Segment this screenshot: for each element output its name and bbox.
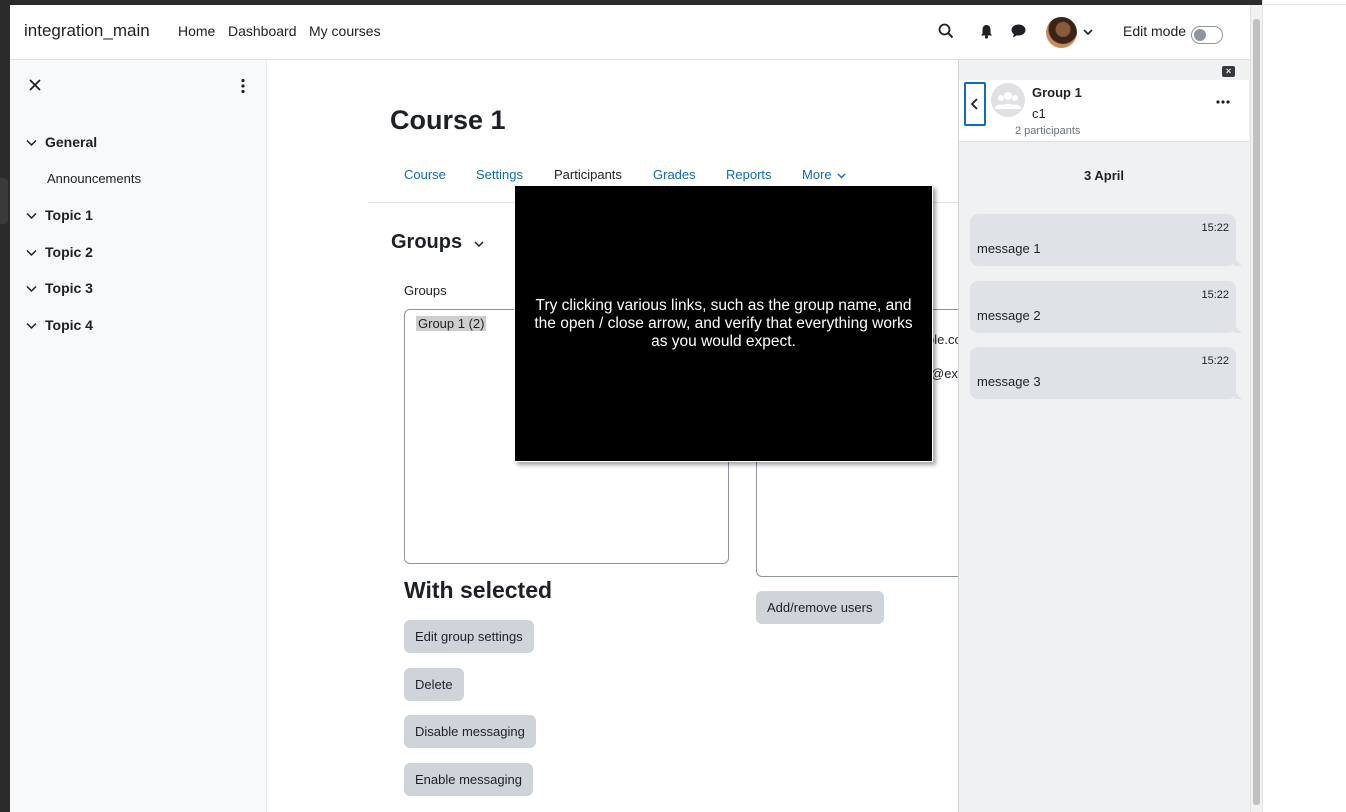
section-title: General [45,134,98,150]
nav-home-link[interactable]: Home [178,23,215,39]
index-item-announcements[interactable]: Announcements [47,171,141,186]
user-tour-step: Try clicking various links, such as the … [514,185,933,462]
message-time: 15:22 [1201,222,1229,234]
edit-mode-toggle[interactable] [1191,26,1223,44]
group-option[interactable]: Group 1 (2) [416,316,487,331]
message-date-divider: 3 April [1084,168,1124,183]
top-navbar: integration_main Home Dashboard My cours… [10,5,1262,60]
message-drawer: × Group 1 c1 2 participants 3 April 15:2… [958,60,1250,812]
scrollbar-thumb[interactable] [1253,19,1260,805]
conversation-course: c1 [1032,106,1046,121]
group-avatar-icon [991,83,1025,117]
tab-course[interactable]: Course [404,167,446,182]
section-topic-1[interactable]: Topic 1 [26,207,93,223]
tour-step-text: Try clicking various links, such as the … [534,296,913,350]
tab-more[interactable]: More [802,167,846,182]
back-button[interactable] [964,82,986,126]
chevron-left-icon [970,98,978,110]
section-title: Topic 1 [45,207,93,223]
bubble-tail [1234,325,1242,333]
bell-icon[interactable] [980,24,993,39]
message-bubble: 15:22 message 3 [970,347,1242,399]
tab-participants[interactable]: Participants [554,167,622,182]
chat-icon[interactable] [1011,24,1026,38]
more-options-icon[interactable] [1216,100,1230,104]
add-remove-users-button[interactable]: Add/remove users [756,591,884,624]
tab-settings[interactable]: Settings [476,167,523,182]
message-bubble: 15:22 message 2 [970,281,1242,333]
section-topic-2[interactable]: Topic 2 [26,244,93,260]
groups-heading: Groups [391,231,463,253]
close-icon[interactable] [28,78,42,92]
section-title: Topic 2 [45,244,93,260]
section-title: Topic 3 [45,280,93,296]
tab-grades[interactable]: Grades [653,167,696,182]
edit-mode-label: Edit mode [1123,23,1187,39]
kebab-menu-icon[interactable] [238,78,248,94]
user-avatar[interactable] [1046,17,1077,48]
groups-selector[interactable]: Groups [391,231,484,254]
search-icon[interactable] [938,23,954,39]
site-brand[interactable]: integration_main [24,21,150,41]
disable-messaging-button[interactable]: Disable messaging [404,715,536,748]
message-bubble: 15:22 message 1 [970,214,1242,266]
chevron-down-icon[interactable] [26,139,37,147]
section-topic-4[interactable]: Topic 4 [26,317,93,333]
chevron-down-icon[interactable] [26,212,37,220]
conversation-header: Group 1 c1 2 participants [959,80,1249,142]
edit-group-settings-button[interactable]: Edit group settings [404,620,534,653]
chevron-down-icon[interactable] [26,249,37,257]
browser-viewport: integration_main Home Dashboard My cours… [10,5,1262,812]
outer-window-margin [1262,0,1346,812]
section-topic-3[interactable]: Topic 3 [26,280,93,296]
tab-reports[interactable]: Reports [726,167,772,182]
close-drawer-button[interactable]: × [1222,66,1235,77]
message-time: 15:22 [1201,355,1229,367]
enable-messaging-button[interactable]: Enable messaging [404,763,533,796]
message-text: message 3 [977,374,1041,389]
chevron-down-icon[interactable] [26,322,37,330]
section-title: Topic 4 [45,317,93,333]
member-option[interactable]: @ex [931,366,958,381]
chevron-down-icon[interactable] [26,285,37,293]
chevron-down-icon[interactable] [1083,29,1093,36]
toggle-knob [1194,29,1206,41]
bubble-tail [1234,391,1242,399]
tab-more-label: More [802,167,832,182]
chevron-down-icon[interactable] [474,241,484,248]
message-time: 15:22 [1201,289,1229,301]
nav-dashboard-link[interactable]: Dashboard [228,23,297,39]
nav-my-courses-link[interactable]: My courses [309,23,381,39]
section-general[interactable]: General [26,134,97,150]
with-selected-heading: With selected [404,577,553,603]
bubble-tail [1234,258,1242,266]
page-scrollbar[interactable] [1250,5,1262,812]
course-index-drawer: General Announcements Topic 1 Topic 2 To… [10,60,267,812]
page-title: Course 1 [390,105,506,135]
groups-list-label: Groups [404,283,447,298]
chevron-down-icon [837,173,846,179]
message-text: message 1 [977,241,1041,256]
conversation-name[interactable]: Group 1 [1032,85,1082,100]
delete-button[interactable]: Delete [404,668,464,701]
participants-count[interactable]: 2 participants [1015,125,1080,137]
message-text: message 2 [977,308,1041,323]
drawer-edge-tab [0,178,8,224]
divider [1263,4,1346,5]
